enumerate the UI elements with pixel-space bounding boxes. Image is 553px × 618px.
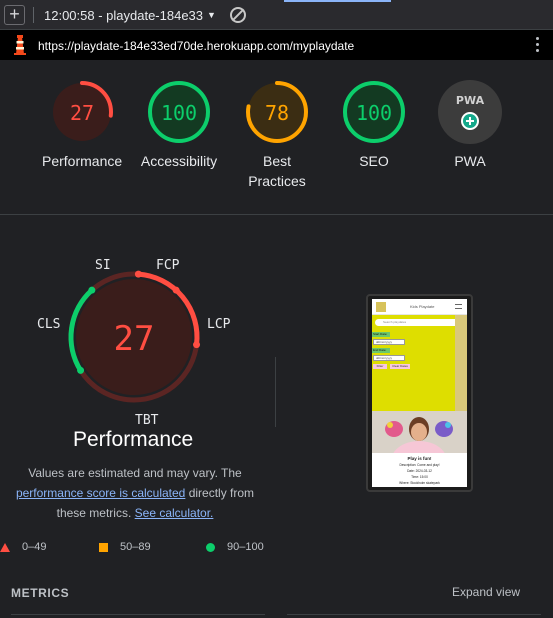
gauge-performance[interactable]: 27 Performance — [42, 80, 122, 171]
metric-label-cls[interactable]: CLS — [37, 317, 60, 332]
gauge-pwa[interactable]: PWA PWA — [430, 80, 510, 171]
legend-pass: 90–100 — [206, 541, 264, 553]
gauge-label: PWA — [454, 153, 486, 169]
report-selector[interactable]: 12:00:58 - playdate-184e33 — [44, 8, 203, 23]
screenshot-start-label: Start Date: — [372, 332, 390, 337]
screenshot-page: Kids Playdate Search playdates Start Dat… — [372, 299, 467, 487]
section-divider — [0, 214, 553, 215]
gauge-label: SEO — [359, 153, 389, 169]
pwa-badge-icon: PWA — [456, 94, 485, 107]
screenshot-card-title: Play is fun! — [407, 456, 432, 461]
gauge-label: Accessibility — [140, 153, 218, 169]
site-logo-icon — [376, 302, 386, 312]
metric-boundary-marker — [88, 286, 96, 294]
hamburger-icon — [455, 304, 462, 309]
gauge-label: Best Practices — [248, 153, 306, 189]
metric-boundary-marker — [134, 270, 142, 278]
gauge-score: 27 — [70, 101, 94, 125]
screenshot-navbar: Kids Playdate — [372, 299, 467, 315]
gauge-ring: 100 — [148, 81, 210, 143]
screenshot-end-field: dd/mm/yyyy — [373, 355, 405, 361]
see-calculator-link[interactable]: See calculator. — [135, 506, 214, 520]
note-middle: directly from — [188, 486, 255, 500]
kebab-icon[interactable] — [536, 37, 540, 55]
screenshot-clear-button: Clear Dates — [390, 364, 410, 369]
screenshot-brand: Kids Playdate — [410, 304, 435, 309]
screenshot-time: Time: 15:00 — [411, 475, 428, 479]
metric-label-fcp[interactable]: FCP — [156, 258, 179, 273]
screenshot-date: Date: 2024-03-12 — [407, 469, 432, 473]
metrics-rule-right — [287, 614, 541, 615]
legend-average-range: 50–89 — [120, 541, 151, 553]
screenshot-where: Where: Stockholm skatepark — [399, 481, 440, 485]
gauge-ring: 100 — [343, 81, 405, 143]
toolbar-divider — [33, 7, 34, 23]
expand-view-button[interactable]: Expand view — [452, 585, 520, 599]
gauge-accessibility[interactable]: 100 Accessibility — [139, 80, 219, 171]
caret-down-icon[interactable]: ▼ — [207, 10, 216, 20]
metric-label-tbt[interactable]: TBT — [135, 413, 158, 428]
metrics-rule-left — [11, 614, 265, 615]
legend-fail-range: 0–49 — [22, 541, 47, 553]
active-tab-indicator — [284, 0, 391, 2]
gauge-ring: 27 — [51, 81, 113, 143]
metric-boundary-marker — [77, 366, 85, 374]
note-prefix: Values are estimated and may vary. The — [28, 466, 242, 480]
performance-title: Performance — [73, 428, 194, 451]
lighthouse-icon — [14, 35, 26, 55]
gauge-seo[interactable]: 100 SEO — [334, 80, 414, 171]
no-entry-icon[interactable] — [230, 7, 246, 23]
gauge-score: 100 — [356, 101, 392, 125]
note-suffix: these metrics. — [56, 506, 132, 520]
performance-metrics-gauge: 27 — [30, 254, 240, 434]
metric-boundary-marker — [172, 286, 180, 294]
screenshot-start-field: dd/mm/yyyy — [373, 339, 405, 345]
metric-label-si[interactable]: SI — [95, 258, 111, 273]
screenshot-search: Search playdates — [375, 319, 464, 326]
screenshot-filter-panel: Search playdates Start Date: dd/mm/yyyy … — [372, 315, 467, 411]
performance-score: 27 — [114, 319, 155, 359]
gauge-ring: 78 — [246, 81, 308, 143]
metrics-heading: METRICS — [11, 586, 70, 600]
gauge-score: 100 — [161, 101, 197, 125]
screenshot-filter-button: Filter — [373, 364, 387, 369]
devtools-toolbar: + 12:00:58 - playdate-184e33 ▼ — [0, 0, 553, 30]
performance-note: Values are estimated and may vary. The p… — [0, 463, 270, 523]
legend-pass-range: 90–100 — [227, 541, 264, 553]
screenshot-description: Description: Come and play! — [399, 463, 440, 467]
legend-average: 50–89 — [99, 541, 151, 553]
screenshot-end-label: End Date: — [372, 348, 390, 353]
legend-fail: 0–49 — [0, 541, 46, 553]
triangle-icon — [0, 542, 10, 552]
plus-icon[interactable]: + — [4, 5, 25, 25]
report-url-bar: https://playdate-184e33ed70de.herokuapp.… — [0, 30, 553, 60]
gauge-score: 78 — [265, 101, 289, 125]
score-calculated-link[interactable]: performance score is calculated — [16, 486, 185, 500]
vertical-divider — [275, 357, 276, 427]
report-url[interactable]: https://playdate-184e33ed70de.herokuapp.… — [38, 39, 354, 53]
gauge-ring: PWA — [438, 80, 502, 144]
final-screenshot[interactable]: Kids Playdate Search playdates Start Dat… — [366, 294, 473, 492]
performance-gauge-chart: 27 — [68, 270, 201, 403]
screenshot-photo — [372, 411, 467, 453]
circle-icon — [206, 542, 215, 552]
gauge-best-practices[interactable]: 78 Best Practices — [237, 80, 317, 191]
gauge-label: Performance — [42, 153, 123, 169]
screenshot-side-strip — [455, 315, 467, 411]
metric-label-lcp[interactable]: LCP — [207, 317, 230, 332]
metric-boundary-marker — [193, 341, 201, 349]
square-icon — [99, 542, 108, 552]
